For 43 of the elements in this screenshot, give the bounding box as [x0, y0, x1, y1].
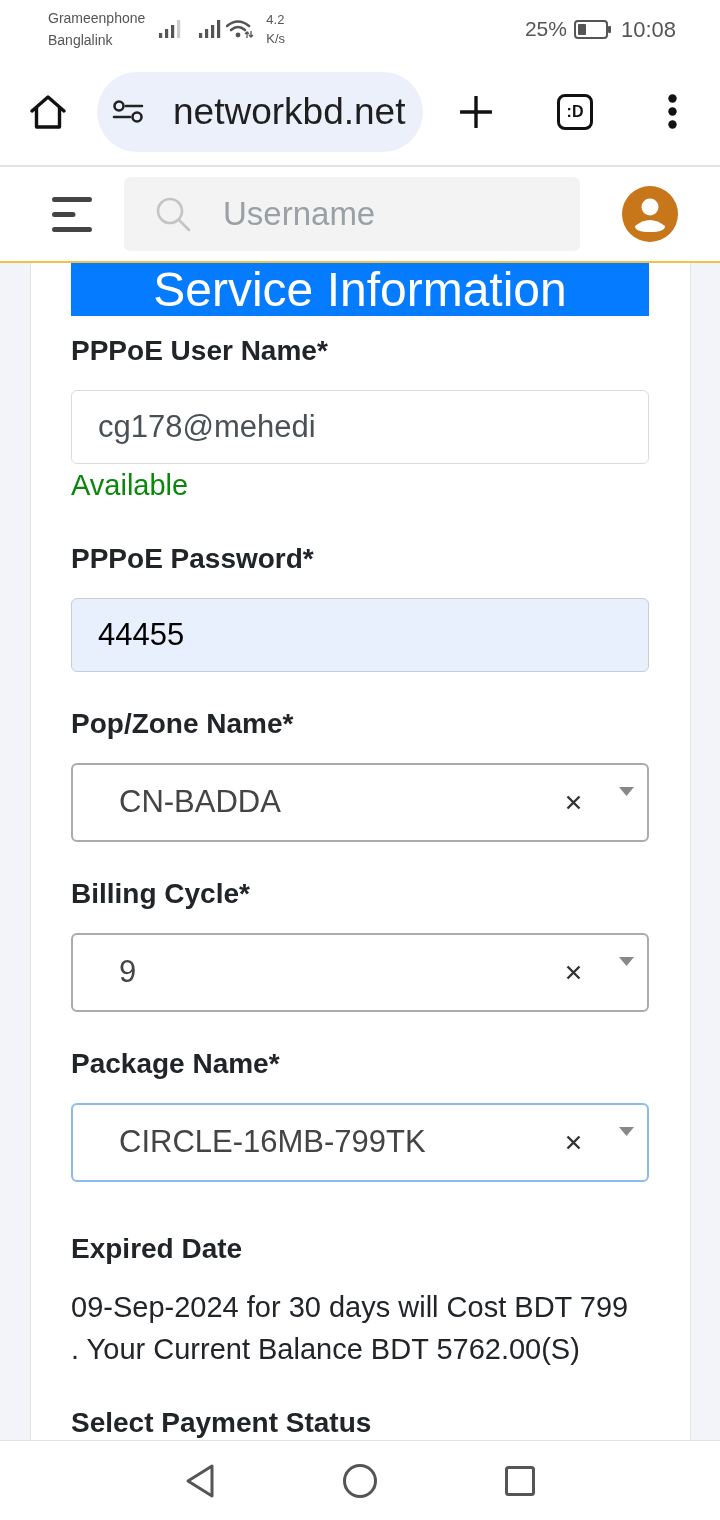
battery-icon: [573, 19, 612, 39]
recents-icon[interactable]: [505, 1465, 535, 1496]
field-label: Billing Cycle*: [71, 878, 251, 910]
back-icon[interactable]: [185, 1462, 215, 1499]
caret-icon: [619, 787, 634, 796]
network-speed: K/s: [266, 30, 286, 48]
plus-icon[interactable]: [460, 95, 492, 128]
home-icon[interactable]: [343, 1463, 377, 1498]
dropdown[interactable]: 9: [71, 933, 649, 1012]
avatar-icon[interactable]: [622, 186, 678, 242]
section-label: Select Payment Status: [71, 1407, 373, 1439]
field-label: Expired Date: [71, 1233, 244, 1265]
tab-switcher-button[interactable]: :D: [557, 93, 593, 130]
field-label: Pop/Zone Name*: [71, 708, 295, 740]
availability-text: Available: [71, 469, 190, 501]
field-label: PPPoE User Name*: [71, 335, 329, 367]
carrier-name: Grameenphone: [48, 9, 146, 28]
text-field[interactable]: 44455: [71, 598, 649, 672]
wifi-icon: [226, 19, 255, 39]
field-label: Package Name*: [71, 1048, 281, 1080]
text-field[interactable]: cg178@mehedi: [71, 390, 649, 464]
dropdown[interactable]: CN-BADDA: [71, 763, 649, 842]
signal-icon: [159, 20, 182, 38]
network-speed: 4.2: [266, 11, 286, 29]
field-label: PPPoE Password*: [71, 543, 315, 575]
carrier-name: Banglalink: [48, 31, 114, 50]
clock-time: 10:08: [620, 15, 676, 44]
caret-icon: [619, 957, 634, 966]
caret-icon: [619, 1127, 634, 1136]
search-icon: [155, 196, 191, 232]
address-bar[interactable]: networkbd.net: [97, 71, 423, 152]
home-icon[interactable]: [30, 94, 66, 129]
section-header: Service Information: [71, 263, 649, 316]
menu-icon[interactable]: [52, 196, 92, 232]
clear-icon[interactable]: [566, 1135, 581, 1150]
expiry-text: 09-Sep-2024 for 30 days will Cost BDT 799 . Your Current Balance BDT 5762.00(S): [71, 1290, 630, 1367]
battery-percent: 25%: [524, 16, 567, 43]
clear-icon[interactable]: [566, 795, 581, 810]
sliders-icon[interactable]: [112, 99, 144, 124]
clear-icon[interactable]: [566, 965, 581, 980]
signal-icon: [199, 20, 222, 38]
dropdown[interactable]: CIRCLE-16MB-799TK: [71, 1103, 649, 1182]
more-icon[interactable]: [668, 94, 677, 129]
